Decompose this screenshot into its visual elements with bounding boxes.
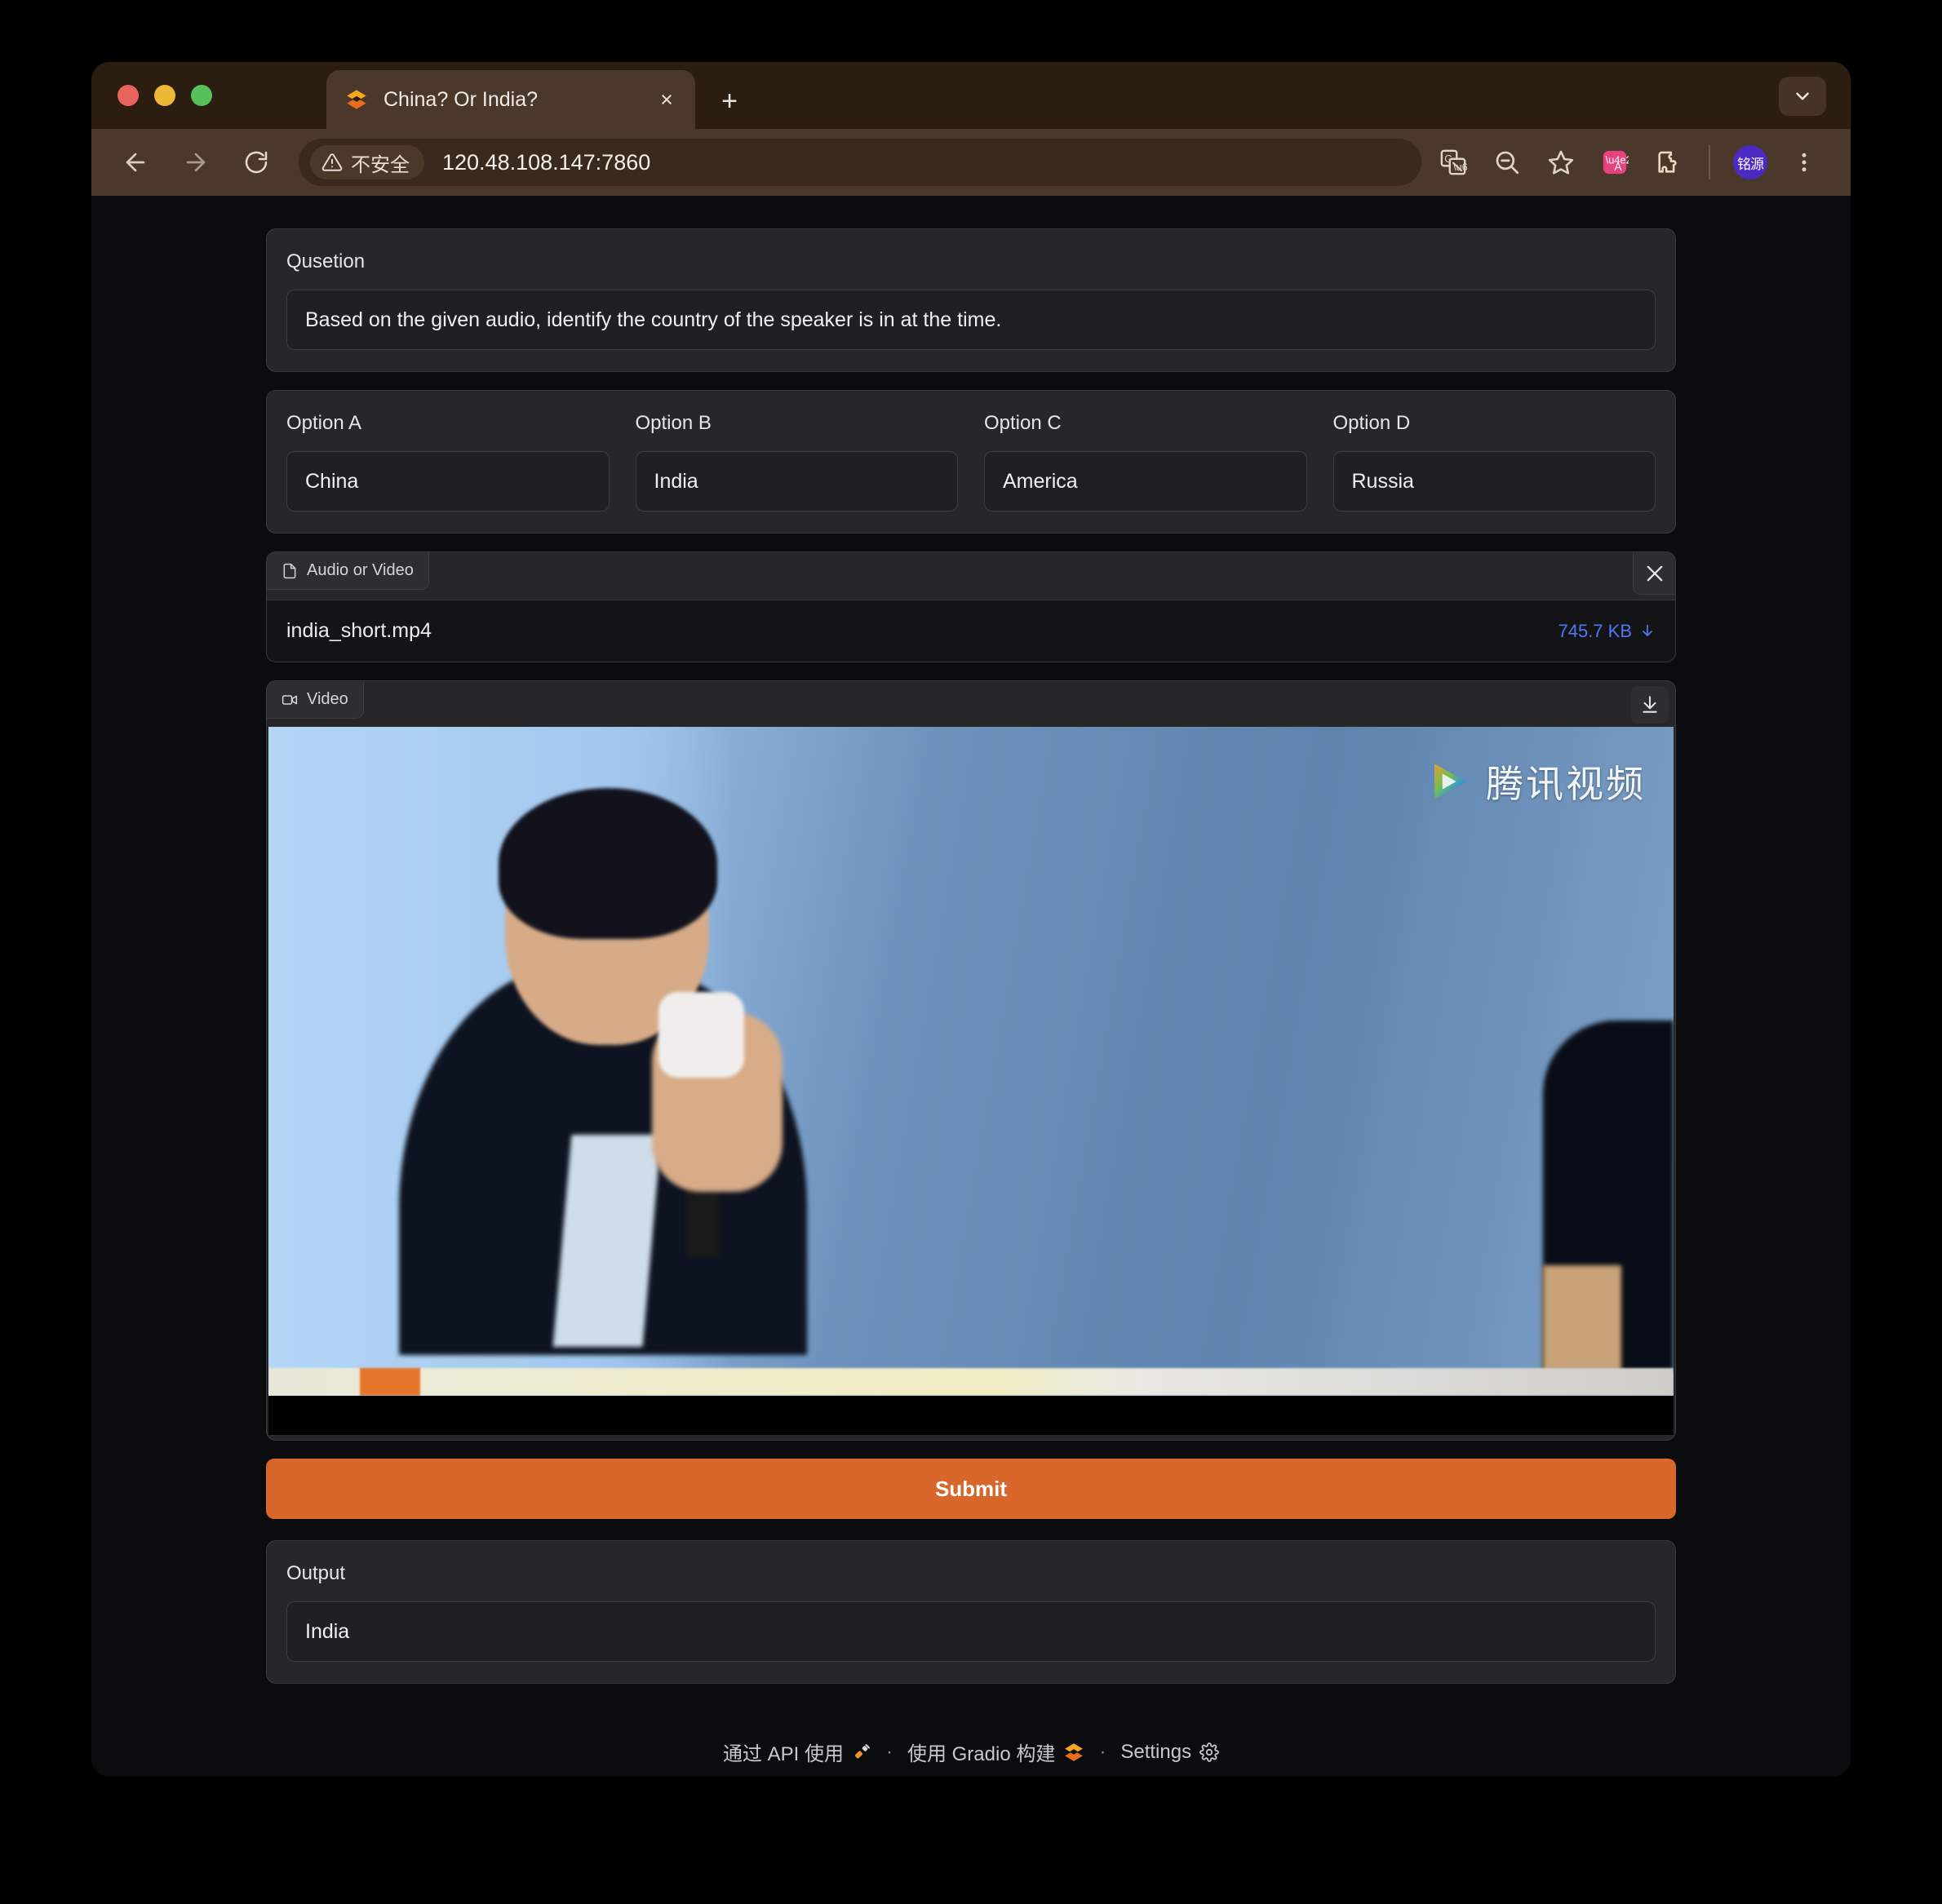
option-c-input[interactable]: America — [984, 451, 1307, 511]
option-b-group: Option B India — [635, 412, 985, 511]
option-b-input[interactable]: India — [635, 451, 958, 511]
audio-or-video-tag-label: Audio or Video — [307, 561, 414, 579]
chevron-down-icon[interactable] — [1779, 77, 1826, 116]
tencent-video-watermark-text: 腾讯视频 — [1486, 763, 1646, 805]
submit-button[interactable]: Submit — [266, 1459, 1676, 1519]
gradio-footer: 通过 API 使用 · 使用 Gradio 构建 · Settings — [266, 1702, 1676, 1777]
close-icon[interactable]: × — [653, 86, 681, 113]
close-icon[interactable] — [1633, 552, 1675, 595]
browser-tab[interactable]: China? Or India? × — [326, 70, 695, 129]
back-arrow-icon[interactable] — [114, 141, 157, 184]
page-viewport: Qusetion Based on the given audio, ident… — [91, 196, 1851, 1777]
window-traffic-lights — [117, 85, 212, 106]
question-textbox[interactable]: Based on the given audio, identify the c… — [286, 290, 1656, 350]
uploaded-file-name: india_short.mp4 — [286, 619, 432, 642]
footer-separator-1: · — [885, 1740, 893, 1763]
video-tag: Video — [267, 681, 364, 719]
gradio-logo-icon — [1063, 1742, 1084, 1763]
built-with-gradio-label: 使用 Gradio 构建 — [907, 1743, 1056, 1765]
google-translate-icon[interactable]: G \u6587 — [1430, 139, 1477, 186]
file-icon — [282, 563, 298, 579]
three-dot-menu-icon[interactable] — [1780, 139, 1828, 186]
video-camera-icon — [282, 692, 298, 708]
close-window-button[interactable] — [117, 85, 139, 106]
uploaded-file-size: 745.7 KB — [1558, 620, 1632, 641]
video-frame: 腾讯视频 — [268, 727, 1674, 1396]
svg-text:\u6587: \u6587 — [1453, 161, 1467, 173]
file-card-header — [267, 552, 1675, 600]
gear-icon — [1199, 1742, 1219, 1762]
option-d-label: Option D — [1332, 412, 1411, 434]
gradio-logo-icon — [344, 87, 369, 112]
maximize-window-button[interactable] — [191, 85, 212, 106]
svg-text:A: A — [1614, 161, 1622, 174]
zoom-out-icon[interactable] — [1483, 139, 1531, 186]
translate-extension-icon[interactable]: \u4e2d A — [1591, 139, 1638, 186]
download-arrow-icon[interactable] — [1639, 623, 1656, 640]
download-icon[interactable] — [1631, 686, 1669, 724]
tencent-video-play-icon — [1424, 757, 1473, 806]
option-b-label: Option B — [635, 412, 712, 434]
options-panel: Option A China Option B India Option C A… — [266, 390, 1676, 534]
video-card-header — [267, 681, 1675, 727]
tab-strip: China? Or India? × + — [326, 70, 746, 129]
output-panel: Output India — [266, 1540, 1676, 1684]
option-d-input[interactable]: Russia — [1332, 451, 1656, 511]
tencent-video-watermark: 腾讯视频 — [1424, 755, 1646, 808]
address-bar[interactable]: 不安全 120.48.108.147:7860 — [299, 139, 1421, 186]
toolbar-divider — [1709, 145, 1710, 179]
option-a-label: Option A — [286, 412, 362, 434]
option-a-group: Option A China — [286, 412, 636, 511]
security-status-label: 不安全 — [351, 153, 410, 176]
warning-triangle-icon — [321, 153, 343, 171]
toolbar-actions: G \u6587 \u4e2d A — [1430, 139, 1828, 186]
option-c-group: Option C America — [984, 412, 1333, 511]
minimize-window-button[interactable] — [154, 85, 175, 106]
reload-icon[interactable] — [235, 141, 277, 184]
address-bar-url: 120.48.108.147:7860 — [442, 149, 651, 175]
uploaded-file-meta[interactable]: 745.7 KB — [1558, 621, 1656, 642]
audio-or-video-tag: Audio or Video — [267, 552, 429, 590]
question-label: Qusetion — [286, 250, 366, 272]
video-tag-label: Video — [307, 690, 348, 708]
audio-or-video-upload-card: Audio or Video india_short.mp4 745.7 KB — [266, 551, 1676, 662]
new-tab-button[interactable]: + — [713, 85, 746, 117]
extensions-puzzle-icon[interactable] — [1645, 139, 1692, 186]
output-textbox[interactable]: India — [286, 1601, 1656, 1662]
bookmark-star-icon[interactable] — [1537, 139, 1585, 186]
settings-link[interactable]: Settings — [1120, 1741, 1219, 1764]
gradio-app: Qusetion Based on the given audio, ident… — [266, 196, 1676, 1777]
speaker-hair — [499, 788, 717, 939]
avatar[interactable]: 铭源 — [1733, 145, 1767, 179]
speaker-shirt — [552, 1135, 662, 1347]
browser-titlebar: China? Or India? × + — [91, 62, 1851, 129]
microphone-head — [658, 992, 744, 1078]
option-c-label: Option C — [984, 412, 1062, 434]
second-person-arm — [1543, 1265, 1621, 1371]
stage-edge — [268, 1368, 1674, 1396]
forward-arrow-icon[interactable] — [175, 141, 217, 184]
built-with-gradio-link[interactable]: 使用 Gradio 构建 — [907, 1738, 1084, 1766]
browser-toolbar: 不安全 120.48.108.147:7860 G \u6587 — [91, 129, 1851, 196]
plug-icon — [852, 1742, 871, 1762]
footer-separator-2: · — [1099, 1740, 1106, 1763]
output-label: Output — [286, 1562, 346, 1584]
use-via-api-label: 通过 API 使用 — [722, 1743, 844, 1765]
stage-edge-marker — [360, 1368, 420, 1396]
video-stage[interactable]: 腾讯视频 — [268, 727, 1674, 1435]
uploaded-file-row[interactable]: india_short.mp4 745.7 KB — [267, 600, 1675, 662]
question-panel: Qusetion Based on the given audio, ident… — [266, 228, 1676, 372]
settings-label: Settings — [1120, 1740, 1192, 1763]
option-d-group: Option D Russia — [1332, 412, 1656, 511]
option-a-input[interactable]: China — [286, 451, 610, 511]
security-status-chip[interactable]: 不安全 — [310, 145, 424, 179]
use-via-api-link[interactable]: 通过 API 使用 — [723, 1738, 871, 1766]
browser-window: China? Or India? × + 不安全 120.48.108.147:… — [91, 62, 1851, 1777]
video-player-card: Video 腾讯视频 — [266, 680, 1676, 1441]
tab-title: China? Or India? — [384, 87, 539, 111]
